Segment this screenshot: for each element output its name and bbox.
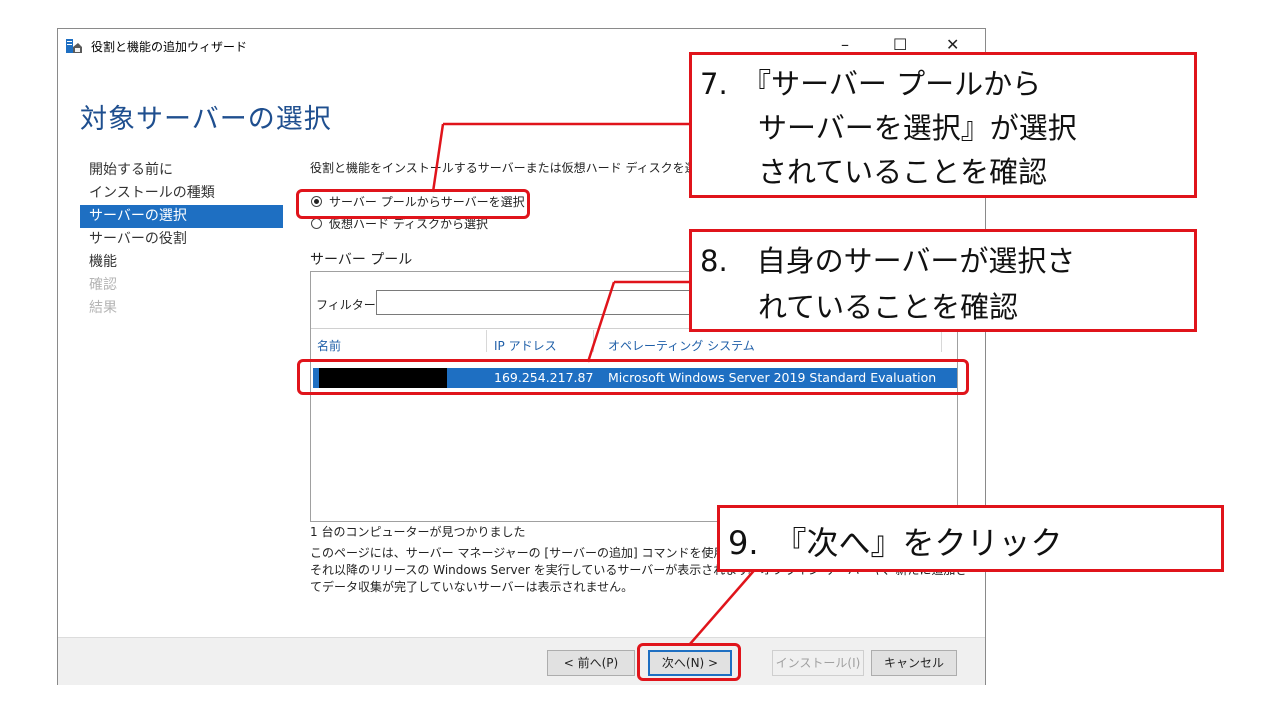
annotation-line: れていることを確認 bbox=[758, 290, 1019, 324]
highlight-server-row bbox=[297, 359, 969, 395]
highlight-next-button bbox=[637, 643, 741, 681]
highlight-radio-server-pool bbox=[296, 189, 530, 219]
annotation-line: されていることを確認 bbox=[758, 155, 1048, 189]
annotation-step-9: 9. 『次へ』をクリック bbox=[717, 505, 1224, 572]
annotation-line: 7. 『サーバー プールから bbox=[700, 67, 1042, 101]
annotation-line: 8. 自身のサーバーが選択さ bbox=[700, 244, 1076, 278]
annotation-step-8: 8. 自身のサーバーが選択さ れていることを確認 bbox=[689, 229, 1197, 332]
annotation-step-7: 7. 『サーバー プールから サーバーを選択』が選択 されていることを確認 bbox=[689, 52, 1197, 198]
annotation-line: サーバーを選択』が選択 bbox=[758, 111, 1077, 145]
annotation-line: 9. 『次へ』をクリック bbox=[728, 524, 1063, 562]
